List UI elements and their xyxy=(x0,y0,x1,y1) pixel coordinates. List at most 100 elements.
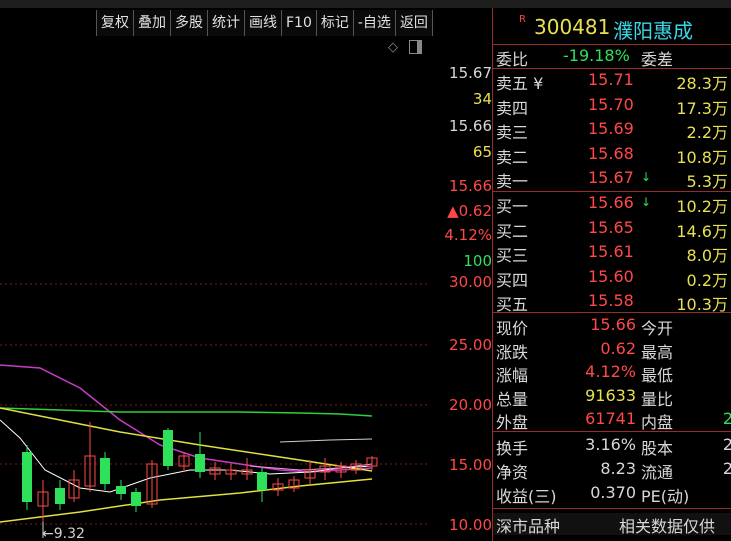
asks-price: 15.68 xyxy=(588,143,634,163)
stat-value: 4.12% xyxy=(585,362,636,381)
stat-value-2: 2 xyxy=(722,409,731,428)
stat2-label-2: 股本 xyxy=(641,439,674,458)
stat2-value: 8.23 xyxy=(600,459,636,478)
quote-panel: R 300481 濮阳惠成 委比 -19.18% 委差 卖五 ¥15.71 28.… xyxy=(493,8,731,541)
stat2-label: 收益(三) xyxy=(496,487,557,506)
asks-price: 15.71 xyxy=(588,70,634,89)
stat2-row: 净资 8.23 流通 2 xyxy=(493,459,731,482)
toolbar-button[interactable]: 画线 xyxy=(245,10,282,36)
bids-volume: 10.2万 xyxy=(676,197,728,216)
asks-volume: 10.8万 xyxy=(676,147,728,167)
divider xyxy=(493,312,731,313)
price-axis-label: 10.00 xyxy=(449,516,492,534)
asks-volume: 5.3万 xyxy=(686,172,728,191)
down-arrow-icon: ↓ xyxy=(641,170,652,184)
divider xyxy=(493,191,731,192)
price-axis: 15.67 34 15.66 65 15.66 ▲0.62 4.12% 100 30.00 25.… xyxy=(430,60,492,541)
bids-label: 买一 xyxy=(496,197,529,216)
stat2-row: 收益(三) 0.370 PE(动) xyxy=(493,483,731,506)
r-badge: R xyxy=(519,14,526,25)
weibi-value: -19.18% xyxy=(563,46,630,65)
price-axis-label: 20.00 xyxy=(449,396,492,414)
price-axis-label: 15.00 xyxy=(449,456,492,474)
stat-label-2: 量比 xyxy=(641,389,674,409)
stat-value: 0.62 xyxy=(600,338,636,358)
bottom-bar: 深市品种 相关数据仅供 xyxy=(493,513,731,537)
stat-label: 现价 xyxy=(496,319,529,338)
stat-value: 61741 xyxy=(585,409,636,428)
asks-row[interactable]: 卖二 15.68 10.8万 xyxy=(493,143,731,167)
asks-volume: 17.3万 xyxy=(676,98,728,118)
stock-name[interactable]: 濮阳惠成 xyxy=(613,15,693,44)
price-axis-label: 15.67 xyxy=(449,64,492,82)
panel-toggle-icon[interactable] xyxy=(409,40,422,54)
asks-label: 卖三 xyxy=(496,123,529,142)
stat2-value: 0.370 xyxy=(590,483,636,502)
asks-row[interactable]: 卖三 15.69 2.2万 xyxy=(493,119,731,142)
stat2-label: 净资 xyxy=(496,463,529,482)
bids-price: 15.58 xyxy=(588,291,634,310)
toolbar-button[interactable]: -自选 xyxy=(353,10,396,36)
divider xyxy=(493,44,731,45)
stat-label-2: 今开 xyxy=(641,319,674,338)
stat-label: 涨跌 xyxy=(496,342,529,362)
toolbar-button[interactable]: 统计 xyxy=(208,10,245,36)
stat2-value-2: 2 xyxy=(722,435,731,454)
stat2-row: 换手 3.16% 股本 2 xyxy=(493,435,731,458)
diamond-icon[interactable]: ◇ xyxy=(388,40,398,55)
asks-row[interactable]: 卖一 15.67 ↓ 5.3万 xyxy=(493,168,731,191)
bids-row[interactable]: 买五 15.58 10.3万 xyxy=(493,291,731,314)
toolbar-button[interactable]: F10 xyxy=(282,10,317,36)
asks-row[interactable]: 卖五 ¥ 15.71 28.3万 xyxy=(493,70,731,93)
chart-toolbar: 复权 叠加 多股 统计 画线 F10 标记 -自选 返回 xyxy=(96,10,433,36)
bids-price: 15.60 xyxy=(588,266,634,286)
asks-row[interactable]: 卖四 15.70 17.3万 xyxy=(493,94,731,118)
min-price-label: ←9.32 xyxy=(42,526,85,541)
asks-price: 15.70 xyxy=(588,94,634,114)
stat2-value-2: 2 xyxy=(722,459,731,478)
weibi-row: 委比 -19.18% 委差 xyxy=(493,46,731,69)
bids-row[interactable]: 买四 15.60 0.2万 xyxy=(493,266,731,290)
bids-volume: 14.6万 xyxy=(676,221,728,241)
price-axis-label: 15.66 xyxy=(449,117,492,135)
stat-row: 涨幅 4.12% 最低 xyxy=(493,362,731,385)
data-notice[interactable]: 相关数据仅供 xyxy=(619,513,715,537)
toolbar-button[interactable]: 标记 xyxy=(316,10,354,36)
asks-price: 15.69 xyxy=(588,119,634,138)
asks-volume: 2.2万 xyxy=(686,123,728,142)
price-axis-label: 4.12% xyxy=(444,226,492,244)
bids-price: 15.61 xyxy=(588,242,634,261)
kline-chart[interactable]: ←9.32 xyxy=(0,60,430,541)
price-axis-label: 30.00 xyxy=(449,273,492,291)
stat-label: 总量 xyxy=(496,389,529,409)
stat-label: 外盘 xyxy=(496,413,529,432)
weibi-label: 委比 xyxy=(496,50,529,69)
market-type[interactable]: 深市品种 xyxy=(496,513,560,537)
stock-code: 300481 xyxy=(534,15,611,39)
asks-label: 卖一 xyxy=(496,172,529,191)
divider xyxy=(493,431,731,432)
asks-label: 卖四 xyxy=(496,98,529,118)
bids-row[interactable]: 买三 15.61 8.0万 xyxy=(493,242,731,265)
price-axis-label: 100 xyxy=(463,252,492,270)
stat2-label: 换手 xyxy=(496,439,529,458)
bids-row[interactable]: 买二 15.65 14.6万 xyxy=(493,218,731,241)
toolbar-button[interactable]: 复权 xyxy=(96,10,134,36)
stat-value: 15.66 xyxy=(590,315,636,334)
stat-row: 外盘 61741 内盘 2 xyxy=(493,409,731,432)
asks-price: 15.67 xyxy=(588,168,634,187)
stat2-label-2: PE(动) xyxy=(641,487,690,506)
bids-row[interactable]: 买一 15.66 ↓ 10.2万 xyxy=(493,193,731,216)
stat-label: 涨幅 xyxy=(496,366,529,385)
divider xyxy=(493,508,731,509)
price-axis-label: 65 xyxy=(472,143,492,161)
toolbar-button[interactable]: 返回 xyxy=(395,10,433,36)
stat-row: 现价 15.66 今开 xyxy=(493,315,731,338)
bids-label: 买四 xyxy=(496,270,529,290)
bids-label: 买三 xyxy=(496,246,529,265)
weicha-label: 委差 xyxy=(641,50,674,69)
toolbar-button[interactable]: 多股 xyxy=(171,10,208,36)
toolbar-button[interactable]: 叠加 xyxy=(134,10,171,36)
stat-label-2: 最低 xyxy=(641,366,674,385)
bids-volume: 8.0万 xyxy=(686,246,728,265)
